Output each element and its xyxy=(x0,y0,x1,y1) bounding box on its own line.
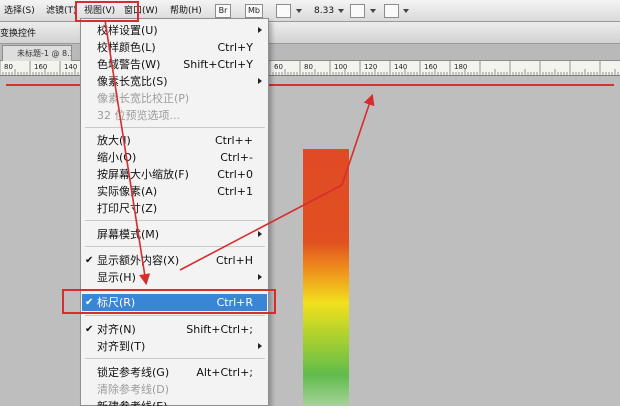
arrow-to-ruler xyxy=(341,93,375,186)
arrow-line xyxy=(179,184,343,271)
annotation-arrows xyxy=(104,19,375,286)
arrow-to-ruler-item xyxy=(104,19,151,286)
